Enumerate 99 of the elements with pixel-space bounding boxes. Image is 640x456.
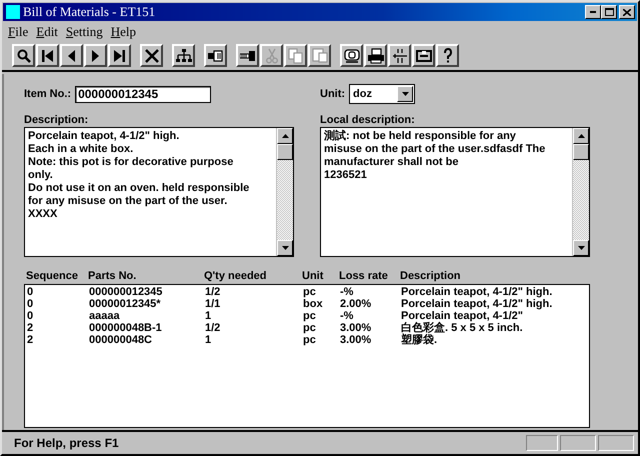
column-header: Sequence [26,270,79,282]
copy-icon [288,48,303,64]
toolbar-button[interactable] [172,44,195,67]
table-cell-text: pc [303,286,317,298]
table-cell-text: 1 [205,334,212,346]
toolbar-button[interactable] [340,44,363,67]
toolbar-button[interactable] [204,44,227,67]
table-cell-text: pc [303,334,317,346]
toolbar-button[interactable] [84,44,107,67]
scissors-icon [266,48,278,64]
toolbar-button[interactable] [12,44,35,67]
down-arrow-icon [578,246,584,250]
status-pane [560,435,596,451]
next-icon [92,50,99,62]
table-cell-text: 1/1 [205,298,222,310]
status-pane [526,435,558,451]
scrollbar[interactable] [276,128,293,256]
item-no-field[interactable]: 000000012345 [75,86,212,102]
column-header: Description [400,270,462,282]
item-no-label: Item No.: [24,88,72,100]
table-cell-text: 0 [27,310,34,322]
table-cell-text: pc [303,322,317,334]
down-arrow-icon [282,246,288,250]
maximize-button[interactable] [601,5,617,19]
toolbar-button[interactable] [388,44,411,67]
table-cell-text: 2 [27,334,34,346]
table-cell-text: -% [340,310,354,322]
search-icon [16,48,30,62]
close-button[interactable] [619,5,635,19]
menu-item[interactable]: Edit [34,24,64,40]
table-cell-text: 3.00% [340,334,372,346]
toolbar-button[interactable] [236,44,259,67]
toolbar-button[interactable] [412,44,435,67]
scroll-thumb[interactable] [573,144,589,160]
up-arrow-icon [282,134,288,138]
monitor-icon [344,48,360,62]
table-cell-text: box [303,298,324,310]
up-arrow-icon [578,134,584,138]
toolbar-button[interactable] [108,44,131,67]
dropdown-arrow-icon [402,92,409,96]
last-icon [114,50,125,62]
clipboard-icon [312,48,328,63]
description-label: Description: [24,114,88,126]
table-cell-text: aaaaa [89,310,121,322]
table-cell-text: Porcelain teapot, 4-1/2" [401,310,524,322]
table-cell-text: 2.00% [340,298,372,310]
close-icon [144,48,158,62]
local-description-field[interactable]: 測試: not be held responsible for any misuse on the part of the user.sdfasdf The manufacturer shall not be 1236521 [320,127,590,257]
table-cell-text: 0 [27,298,34,310]
minimize-button[interactable] [585,5,601,19]
description-field[interactable]: Porcelain teapot, 4-1/2" high. Each in a white box. Note: this pot is for decorative purpose only. Do not use it on an oven. held responsible for any misuse on the part of the user. XXXX [24,127,294,257]
table-cell-text: 000000048B-1 [89,322,163,334]
table-cell-text: 塑膠袋. [401,334,438,346]
unit-label: Unit: [320,88,346,100]
hierarchy-icon [176,49,192,62]
bolt-icon [240,50,255,60]
scrollbar[interactable] [572,128,589,256]
first-icon [42,50,54,62]
status-pane [598,435,634,451]
menu-item[interactable]: Help [108,24,142,40]
table-cell-text: 2 [27,322,34,334]
unit-dropdown[interactable]: doz [349,84,416,104]
table-cell-text: pc [303,310,317,322]
table-cell-text: 000000048C [89,334,154,346]
table-cell-text: 3.00% [340,322,372,334]
app-icon [6,5,20,19]
menu-item[interactable]: File [6,24,34,40]
help-icon [444,48,452,63]
toolbar-button[interactable] [36,44,59,67]
printer-icon [368,48,384,64]
toolbar-button[interactable] [364,44,387,67]
status-text: For Help, press F1 [14,436,120,450]
toolbar-button[interactable] [436,44,459,67]
table-cell-text: 1 [205,310,212,322]
table-cell-text: 000000012345 [89,286,164,298]
column-header: Parts No. [88,270,138,282]
maximize-icon [604,8,614,16]
toolbar-button[interactable] [140,44,163,67]
table-cell-text: 1/2 [205,286,222,298]
table-cell-text: Porcelain teapot, 4-1/2" high. [401,298,554,310]
connector-icon [208,50,223,62]
table-cell-text: Porcelain teapot, 4-1/2" high. [401,286,554,298]
minimize-icon [590,11,596,13]
column-header: Q'ty needed [204,270,268,282]
toolbar-button[interactable] [60,44,83,67]
table-cell-text: 1/2 [205,322,222,334]
menu-item[interactable]: Setting [64,24,109,40]
local-description-label: Local description: [320,114,415,126]
parts-list[interactable] [24,284,590,428]
column-header: Loss rate [339,270,389,282]
previous-icon [68,50,75,62]
table-cell-text: -% [340,286,354,298]
window-title: Bill of Materials - ET151 [23,4,156,20]
table-cell-text: 白色彩盒. 5 x 5 x 5 inch. [401,322,524,334]
column-header: Unit [302,270,324,282]
table-cell-text: 00000012345* [89,298,162,310]
table-cell-text: 0 [27,286,34,298]
scroll-thumb[interactable] [277,144,293,160]
close-icon [623,8,631,16]
